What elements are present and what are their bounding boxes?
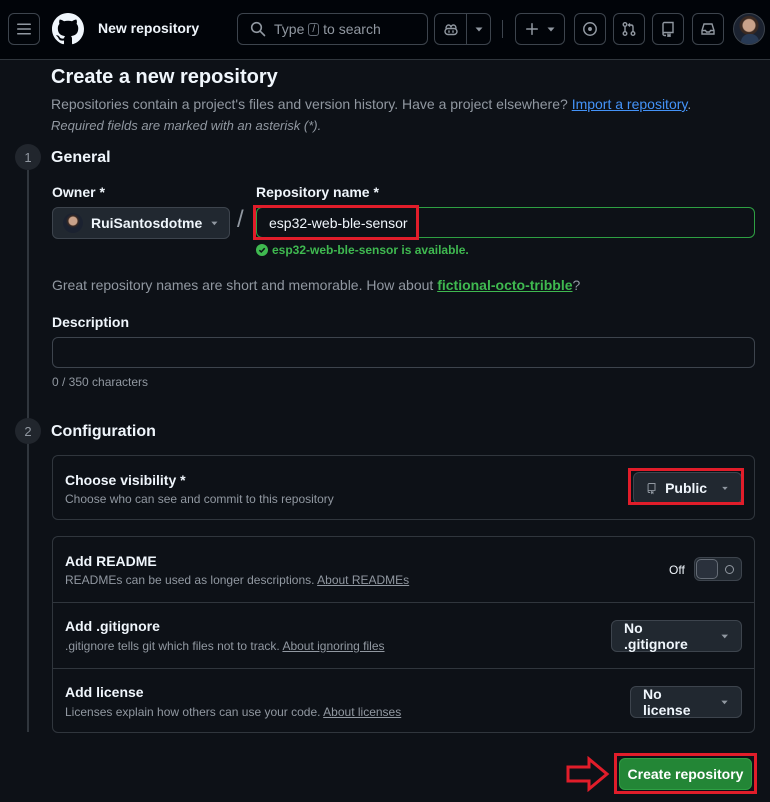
license-title: Add license (65, 684, 144, 700)
page-title: Create a new repository (51, 66, 278, 88)
chevron-down-icon (721, 700, 728, 705)
header-divider (502, 20, 503, 38)
search-input[interactable]: Type / to search (237, 13, 428, 45)
owner-avatar (63, 213, 83, 233)
pull-requests-button[interactable] (613, 13, 645, 45)
about-ignoring-files-link[interactable]: About ignoring files (282, 639, 384, 653)
about-licenses-link[interactable]: About licenses (323, 705, 401, 719)
visibility-title: Choose visibility * (65, 472, 186, 488)
page-subtitle-text: Repositories contain a project's files a… (51, 96, 568, 112)
gitignore-value: No .gitignore (624, 620, 688, 652)
gitignore-description-text: .gitignore tells git which files not to … (65, 639, 280, 653)
page-breadcrumb[interactable]: New repository (98, 20, 199, 36)
visibility-description: Choose who can see and commit to this re… (65, 492, 334, 506)
search-shortcut-key: / (308, 22, 320, 36)
steps-timeline (27, 170, 29, 732)
highlight-box-create-button (614, 753, 757, 794)
highlight-box-visibility (628, 468, 744, 505)
copilot-menu-button[interactable] (467, 14, 490, 44)
repo-icon (662, 21, 674, 37)
section-title-configuration: Configuration (51, 423, 156, 440)
readme-toggle-state: Off (669, 563, 685, 577)
chevron-down-icon (547, 27, 555, 32)
issues-button[interactable] (574, 13, 606, 45)
highlight-box-repository-name (253, 205, 419, 240)
check-circle-icon (256, 244, 268, 256)
required-fields-note: Required fields are marked with an aster… (51, 118, 322, 133)
chevron-down-icon (475, 27, 482, 32)
availability-text: esp32-web-ble-sensor is available. (272, 243, 469, 257)
top-header: New repository Type / to search (0, 0, 770, 60)
search-placeholder-start: Type (274, 21, 305, 37)
license-description-text: Licenses explain how others can use your… (65, 705, 321, 719)
availability-message: esp32-web-ble-sensor is available. (256, 243, 469, 257)
gitignore-row: Add .gitignore .gitignore tells git whic… (53, 603, 754, 668)
user-avatar[interactable] (733, 13, 765, 45)
inbox-icon (701, 23, 715, 35)
pull-requests-icon (622, 22, 636, 36)
suggested-name-link[interactable]: fictional-octo-tribble (437, 277, 572, 293)
create-new-button[interactable] (515, 13, 565, 45)
gitignore-select[interactable]: No .gitignore (611, 620, 742, 652)
gitignore-description: .gitignore tells git which files not to … (65, 639, 385, 653)
license-description: Licenses explain how others can use your… (65, 705, 401, 719)
repository-options-card: Add README READMEs can be used as longer… (52, 536, 755, 733)
license-value: No license (643, 686, 691, 718)
copilot-button[interactable] (435, 14, 467, 44)
description-char-count: 0 / 350 characters (52, 375, 149, 389)
chevron-down-icon (211, 221, 218, 226)
readme-row: Add README READMEs can be used as longer… (53, 537, 754, 602)
about-readmes-link[interactable]: About READMEs (317, 573, 409, 587)
step-number-general: 1 (15, 144, 41, 170)
suggestion-prefix: Great repository names are short and mem… (52, 277, 434, 293)
menu-icon (17, 23, 31, 35)
issues-icon (583, 22, 597, 36)
readme-description: READMEs can be used as longer descriptio… (65, 573, 409, 587)
suggestion-suffix: ? (572, 277, 581, 293)
menu-button[interactable] (8, 13, 40, 45)
owner-value: RuiSantosdotme (91, 215, 203, 231)
readme-toggle[interactable] (694, 557, 742, 581)
page-subtitle: Repositories contain a project's files a… (51, 96, 691, 112)
github-logo-icon[interactable] (52, 13, 84, 45)
readme-description-text: READMEs can be used as longer descriptio… (65, 573, 315, 587)
page-subtitle-end: . (687, 96, 692, 112)
search-placeholder-end: to search (323, 21, 381, 37)
chevron-down-icon (720, 634, 728, 639)
copilot-icon (443, 24, 458, 36)
import-repository-link[interactable]: Import a repository (572, 96, 688, 112)
readme-title: Add README (65, 553, 157, 569)
toggle-knob (696, 559, 718, 579)
plus-icon (526, 23, 538, 35)
description-label: Description (52, 314, 130, 330)
search-icon (250, 21, 266, 37)
step-number-configuration: 2 (15, 418, 41, 444)
gitignore-title: Add .gitignore (65, 618, 160, 634)
license-row: Add license Licenses explain how others … (53, 669, 754, 732)
repository-name-label: Repository name * (256, 184, 379, 200)
owner-repo-separator: / (237, 206, 244, 233)
name-suggestion: Great repository names are short and mem… (52, 277, 580, 293)
off-indicator-icon (725, 565, 734, 574)
description-input[interactable] (52, 337, 755, 368)
arrow-right-icon (566, 756, 610, 792)
inbox-button[interactable] (692, 13, 724, 45)
repositories-button[interactable] (652, 13, 684, 45)
owner-label: Owner * (52, 184, 105, 200)
license-select[interactable]: No license (630, 686, 742, 718)
owner-select[interactable]: RuiSantosdotme (52, 207, 230, 239)
section-title-general: General (51, 149, 111, 166)
copilot-button-group (434, 13, 491, 45)
